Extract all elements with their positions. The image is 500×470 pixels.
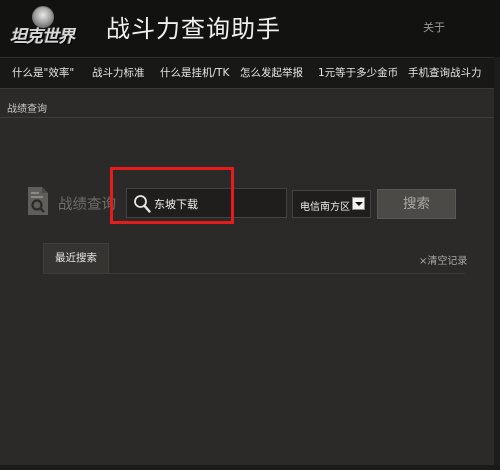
tab-recent-searches[interactable]: 最近搜索: [43, 243, 109, 274]
tab-divider: [43, 273, 465, 274]
nav-item-mobile-query[interactable]: 手机查询战斗力: [408, 58, 482, 89]
app-title: 战斗力查询助手: [106, 15, 281, 43]
search-heading: 战绩查询: [26, 186, 126, 220]
search-button[interactable]: 搜索: [377, 189, 456, 219]
title-bar: 坦克世界 战斗力查询助手 关于: [0, 0, 500, 57]
region-select[interactable]: 电信南方区: [292, 190, 371, 218]
nav-item-report[interactable]: 怎么发起举报: [240, 58, 303, 89]
nav-item-gold-rate[interactable]: 1元等于多少金币: [318, 58, 398, 89]
logo-text: 坦克世界: [10, 27, 75, 47]
region-select-value: 电信南方区: [300, 202, 350, 213]
search-label: 战绩查询: [58, 197, 116, 213]
about-link[interactable]: 关于: [423, 19, 445, 35]
search-input-value[interactable]: 东坡下载: [154, 196, 198, 212]
nav-item-efficiency[interactable]: 什么是"效率": [12, 58, 74, 89]
search-icon: [134, 195, 151, 213]
document-search-icon: [28, 187, 48, 215]
game-logo: 坦克世界: [4, 6, 80, 48]
search-input[interactable]: 东坡下载: [126, 188, 287, 218]
scrollbar-track[interactable]: [494, 57, 500, 470]
breadcrumb: 战绩查询: [7, 104, 47, 115]
divider: [0, 117, 494, 118]
nav-item-combat-standard[interactable]: 战斗力标准: [92, 58, 145, 89]
nav-bar: 什么是"效率" 战斗力标准 什么是挂机/TK 怎么发起举报 1元等于多少金币 手…: [0, 57, 500, 89]
bottom-edge: [0, 465, 500, 470]
clear-history-link[interactable]: ×清空记录: [419, 252, 467, 267]
tank-emblem-icon: [32, 6, 54, 28]
nav-item-afk-tk[interactable]: 什么是挂机/TK: [160, 58, 229, 89]
dropdown-arrow-icon[interactable]: [352, 197, 365, 210]
